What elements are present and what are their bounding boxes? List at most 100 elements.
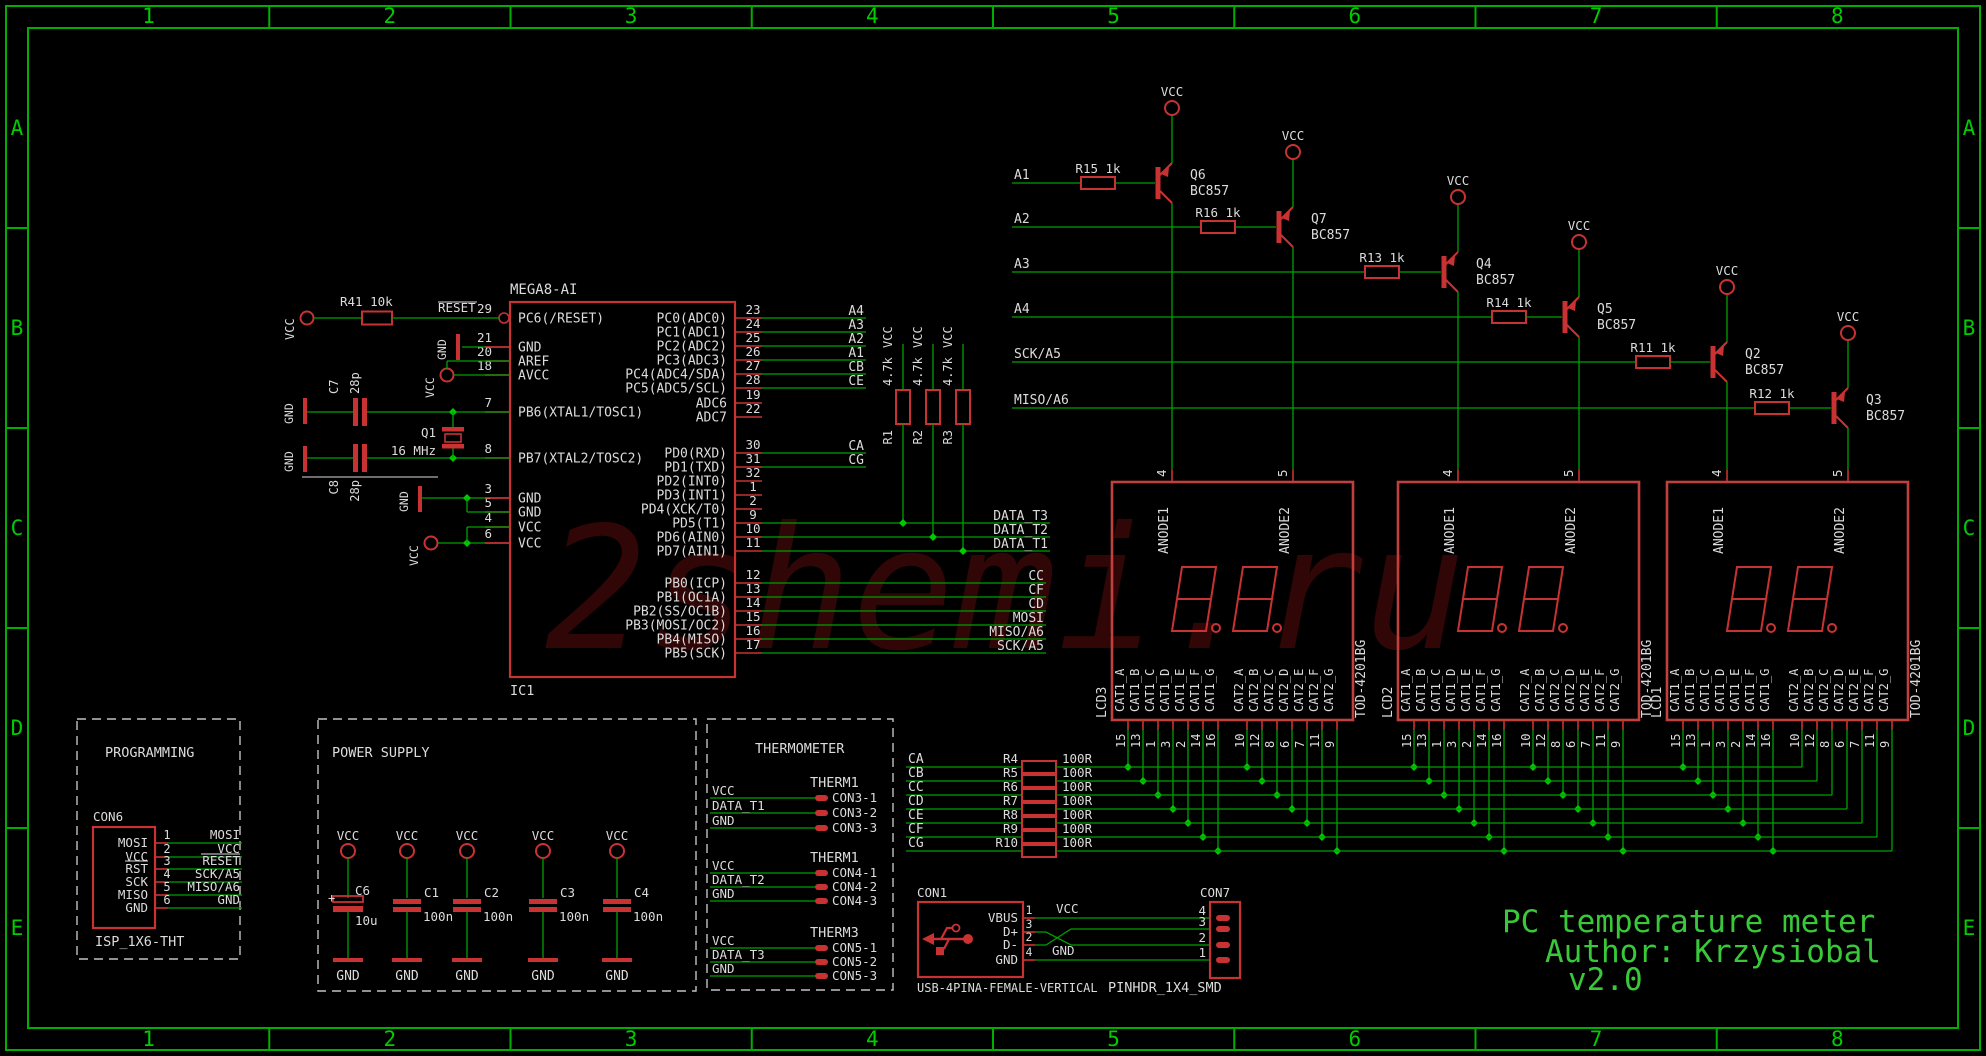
con1-pin-name: GND — [995, 952, 1018, 967]
display-cat-label: CAT1_F — [1474, 669, 1488, 712]
mcu-pin-number: 30 — [745, 437, 760, 452]
transistor-collector — [1446, 280, 1458, 292]
cap-plate — [529, 899, 557, 904]
display-cat-label: CAT2_G — [1322, 669, 1336, 712]
con6-pin-name: MOSI — [118, 835, 148, 850]
vcc-label: VCC — [1568, 218, 1591, 233]
vcc-label: VCC — [283, 318, 297, 340]
display-cat-label: CAT2_F — [1862, 669, 1876, 712]
resistor-R5 — [1022, 775, 1056, 787]
mcu-pin-name: PB4(MISO) — [657, 633, 727, 648]
display-cat-label: CAT1_D — [1158, 669, 1172, 712]
gnd-symbol — [602, 958, 632, 962]
net-label-DATA_T1: DATA_T1 — [712, 798, 765, 813]
therm-group-label: THERM1 — [810, 775, 859, 791]
mcu-pin-name: PB2(SS/OC1B) — [633, 605, 727, 620]
mcu-pin-number: 26 — [745, 344, 760, 359]
resistor-refdes: R4 — [1003, 751, 1018, 766]
display-cat-label: CAT1_E — [1173, 669, 1187, 712]
net-label-CB: CB — [908, 766, 924, 781]
display-anode-label: ANODE2 — [1278, 507, 1293, 554]
display-cat-label: CAT1_G — [1203, 669, 1217, 712]
transistor-refdes: Q4 — [1476, 257, 1492, 272]
net-label-SCK/A5: SCK/A5 — [1014, 347, 1061, 362]
frame-row-label: E — [11, 916, 24, 940]
display-cat-pin-number: 11 — [1594, 734, 1608, 748]
frame-col-label: 5 — [1107, 1027, 1120, 1051]
vcc-label: VCC — [407, 545, 421, 566]
net-label-GND: GND — [712, 886, 735, 901]
vcc-symbol — [1572, 235, 1586, 249]
mcu-pin-number: 9 — [749, 507, 757, 522]
power-supply-title: POWER SUPPLY — [332, 745, 430, 761]
driver-resistor-label: R13 1k — [1359, 250, 1405, 265]
display-anode-label: ANODE2 — [1564, 507, 1579, 554]
mcu-pin-number: 25 — [745, 330, 760, 345]
resistor-refdes: R5 — [1003, 765, 1018, 780]
programming-title: PROGRAMMING — [105, 745, 194, 761]
con6-footprint: ISP_1X6-THT — [95, 934, 184, 950]
cap-plate — [393, 899, 421, 904]
display-cat-pin-number: 15 — [1114, 734, 1128, 748]
net-label-CF: CF — [1028, 583, 1044, 598]
resistor-value: 100R — [1062, 793, 1093, 808]
display-cat-label: CAT2_B — [1533, 669, 1547, 712]
resistor-refdes: R10 — [995, 835, 1018, 850]
con7-refdes: CON7 — [1200, 885, 1230, 900]
net-label-CA: CA — [908, 752, 924, 767]
transistor-collector — [1567, 325, 1579, 337]
gnd-label: GND — [531, 969, 555, 984]
frame-row-label: E — [1963, 916, 1976, 940]
cap-refdes: C2 — [484, 885, 499, 900]
transistor-base-bar — [1442, 256, 1447, 288]
transistor-base-bar — [1277, 211, 1282, 243]
vcc-symbol — [441, 369, 454, 382]
mcu-pin-name: PB5(SCK) — [664, 647, 727, 662]
transistor-refdes: Q5 — [1597, 302, 1613, 317]
display-cat-label: CAT2_A — [1232, 668, 1246, 712]
resistor-body — [362, 312, 392, 325]
net-label-CD: CD — [908, 794, 924, 809]
net-label-GND: GND — [712, 961, 735, 976]
con6-pin-number: 5 — [163, 880, 170, 894]
frame-col-label: 2 — [384, 4, 397, 28]
display-cat-label: CAT2_E — [1578, 669, 1592, 712]
connector-pad — [815, 945, 828, 951]
con6-pin-name: GND — [125, 900, 148, 915]
vcc-label: VCC — [456, 828, 479, 843]
mcu-pin-number: 13 — [745, 581, 760, 596]
display-cat-pin-number: 6 — [1564, 741, 1578, 748]
resistor-value: 100R — [1062, 821, 1093, 836]
mcu-pin-name: PD5(T1) — [672, 517, 727, 532]
transistor-part: BC857 — [1597, 318, 1636, 333]
cap-plate — [453, 899, 481, 904]
net-label-VCC: VCC — [712, 858, 735, 873]
gnd-label: GND — [455, 969, 479, 984]
connector-pad — [1216, 957, 1230, 963]
display-cat-pin-number: 6 — [1833, 741, 1847, 748]
crystal-refdes: Q1 — [421, 425, 436, 440]
mcu-pin-number: 27 — [745, 358, 760, 373]
mcu-pin-name: ADC6 — [696, 397, 727, 412]
net-label-A2: A2 — [848, 332, 864, 347]
mcu-pin-number: 16 — [745, 623, 760, 638]
therm-pin-label: CON3-1 — [832, 790, 877, 805]
connector-pad — [815, 959, 828, 965]
vcc-symbol — [400, 844, 414, 858]
display-cat-label: CAT2_C — [1548, 669, 1562, 712]
net-label-GND: GND — [217, 892, 240, 907]
gnd-label: GND — [605, 969, 629, 984]
frame-col-label: 7 — [1590, 4, 1603, 28]
schematic-canvas: 2shemi.ru 1122334455667788AABBCCDDEEMEGA… — [0, 0, 1986, 1056]
display-cat-pin-number: 10 — [1233, 734, 1247, 748]
transistor-refdes: Q2 — [1745, 347, 1761, 362]
con6-pin-number: 1 — [163, 828, 170, 842]
vcc-symbol — [1165, 101, 1179, 115]
frame-col-label: 8 — [1831, 1027, 1844, 1051]
net-label-VCC: VCC — [1056, 901, 1079, 916]
resistor-body — [1365, 266, 1399, 278]
vcc-label: VCC — [1716, 263, 1739, 278]
mcu-pin-name: AVCC — [518, 369, 549, 384]
frame-row-label: A — [11, 116, 24, 140]
frame-col-label: 3 — [625, 1027, 638, 1051]
